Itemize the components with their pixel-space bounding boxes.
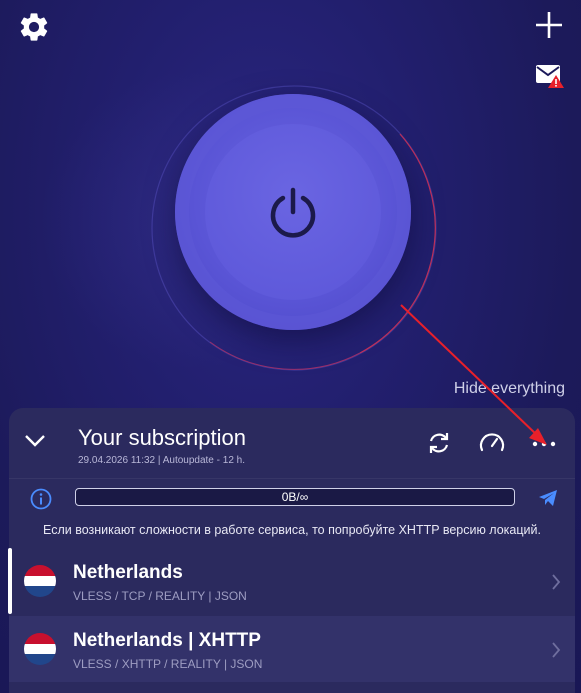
traffic-usage-bar: 0B/∞ [75, 488, 515, 506]
refresh-icon[interactable] [426, 430, 452, 456]
telegram-icon[interactable] [538, 489, 558, 507]
speedometer-icon[interactable] [478, 429, 506, 457]
power-icon [270, 187, 316, 238]
netherlands-flag-icon [24, 633, 56, 665]
mail-alert-icon[interactable] [535, 63, 565, 89]
gear-icon[interactable] [17, 10, 51, 44]
power-button[interactable] [175, 94, 411, 330]
chevron-right-icon[interactable] [551, 641, 561, 659]
chevron-down-icon[interactable] [24, 434, 46, 448]
server-protocol: VLESS / TCP / REALITY | JSON [73, 589, 247, 603]
server-protocol: VLESS / XHTTP / REALITY | JSON [73, 657, 263, 671]
traffic-row: 0B/∞ [9, 482, 575, 516]
more-dots-icon[interactable] [532, 440, 556, 448]
subscription-panel: Your subscription 29.04.2026 11:32 | Aut… [8, 408, 575, 693]
server-row[interactable]: Netherlands VLESS / TCP / REALITY | JSON [8, 548, 575, 614]
xhttp-notice: Если возникают сложности в работе сервис… [43, 523, 541, 537]
plus-icon[interactable] [533, 9, 565, 41]
subscription-title: Your subscription [78, 425, 246, 450]
subscription-header: Your subscription 29.04.2026 11:32 | Aut… [9, 408, 575, 479]
info-icon[interactable] [30, 488, 52, 510]
power-button-inner [205, 124, 381, 300]
hide-everything-link[interactable]: Hide everything [454, 380, 565, 398]
netherlands-flag-icon [24, 565, 56, 597]
server-name: Netherlands [73, 562, 183, 583]
active-indicator [8, 548, 12, 614]
server-row[interactable]: Netherlands | XHTTP VLESS / XHTTP / REAL… [9, 616, 575, 682]
subscription-meta: 29.04.2026 11:32 | Autoupdate - 12 h. [78, 455, 245, 466]
server-name: Netherlands | XHTTP [73, 630, 261, 651]
chevron-right-icon[interactable] [551, 573, 561, 591]
